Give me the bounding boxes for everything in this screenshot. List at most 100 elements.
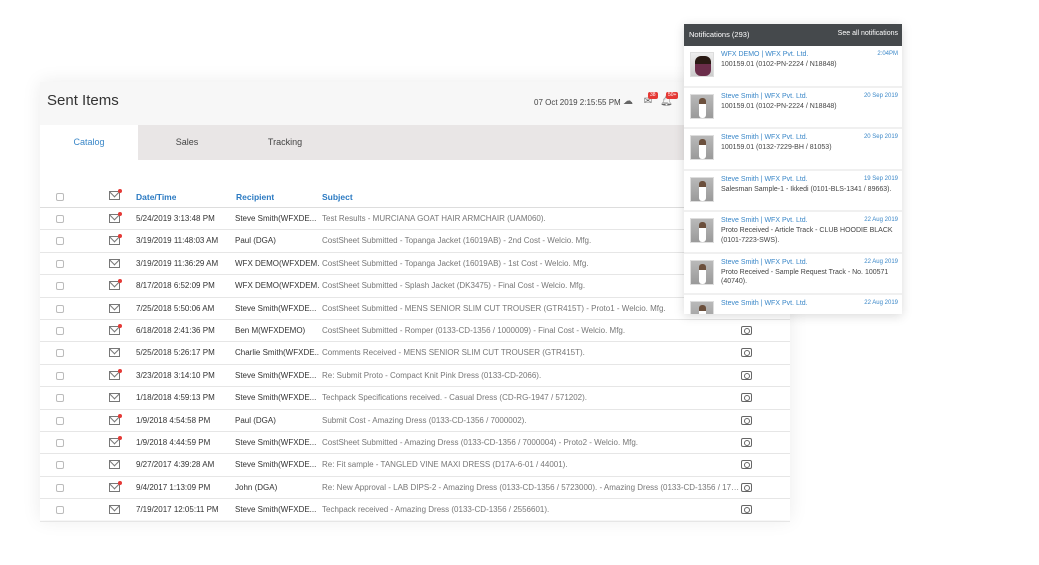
unread-mail-icon <box>109 279 122 291</box>
notification-item[interactable]: Steve Smith | WFX Pvt. Ltd. 20 Sep 2019 … <box>684 129 902 171</box>
tab-catalog[interactable]: Catalog <box>40 125 138 160</box>
notification-item[interactable]: Steve Smith | WFX Pvt. Ltd. 22 Aug 2019 … <box>684 212 902 254</box>
row-date: 1/9/2018 4:44:59 PM <box>136 438 211 447</box>
row-date: 9/4/2017 1:13:09 PM <box>136 482 211 492</box>
row-date: 9/27/2017 4:39:28 AM <box>136 460 215 470</box>
row-subject[interactable]: Comments Received - MENS SENIOR SLIM CUT… <box>322 342 740 364</box>
row-subject[interactable]: Re: New Approval - LAB DIPS-2 - Amazing … <box>322 477 740 499</box>
tab-sales[interactable]: Sales <box>138 125 236 160</box>
row-checkbox[interactable] <box>56 349 64 358</box>
table-row[interactable]: 3/19/2019 11:36:29 AM WFX DEMO(WFXDEM...… <box>40 253 790 276</box>
camera-icon[interactable] <box>741 438 752 447</box>
notification-date: 20 Sep 2019 <box>863 134 898 140</box>
row-subject[interactable]: CostSheet Submitted - Topanga Jacket (16… <box>322 230 740 252</box>
row-checkbox[interactable] <box>56 259 64 268</box>
notifications-title: Notifications (293) <box>689 30 750 39</box>
table-row[interactable]: 9/27/2017 4:39:28 AM Steve Smith(WFXDE..… <box>40 454 790 477</box>
row-checkbox[interactable] <box>56 394 64 403</box>
notification-item[interactable]: Steve Smith | WFX Pvt. Ltd. 22 Aug 2019 … <box>684 254 902 295</box>
column-subject[interactable]: Subject <box>322 192 353 202</box>
cloud-download-icon[interactable]: ☁ <box>622 96 634 108</box>
select-all-checkbox[interactable] <box>56 193 64 201</box>
row-date: 7/19/2017 12:05:11 PM <box>136 505 219 515</box>
camera-icon[interactable] <box>741 370 752 380</box>
table-header: Date/Time Recipient Subject <box>40 186 790 208</box>
row-checkbox[interactable] <box>56 327 64 335</box>
camera-icon[interactable] <box>741 505 752 515</box>
row-subject[interactable]: CostSheet Submitted - MENS SENIOR SLIM C… <box>322 298 740 320</box>
notification-sender[interactable]: Steve Smith | WFX Pvt. Ltd. <box>721 93 808 100</box>
camera-icon[interactable] <box>741 482 752 492</box>
notification-item[interactable]: Steve Smith | WFX Pvt. Ltd. 20 Sep 2019 … <box>684 88 902 129</box>
row-checkbox[interactable] <box>56 439 64 447</box>
notification-item[interactable]: Steve Smith | WFX Pvt. Ltd. 22 Aug 2019 <box>684 295 902 314</box>
table-row[interactable]: 5/24/2019 3:13:48 PM Steve Smith(WFXDE..… <box>40 208 790 231</box>
table-row[interactable]: 1/9/2018 4:54:58 PM Paul (DGA) Submit Co… <box>40 410 790 432</box>
row-subject[interactable]: CostSheet Submitted - Romper (0133-CD-13… <box>322 320 740 342</box>
see-all-notifications-link[interactable]: See all notifications <box>838 30 898 37</box>
camera-icon[interactable] <box>741 348 752 358</box>
camera-icon[interactable] <box>741 326 752 335</box>
row-subject[interactable]: Submit Cost - Amazing Dress (0133-CD-135… <box>322 410 740 432</box>
notification-sender[interactable]: Steve Smith | WFX Pvt. Ltd. <box>721 300 808 307</box>
row-recipient: Steve Smith(WFXDE... <box>235 438 317 447</box>
table-row[interactable]: 7/25/2018 5:50:06 AM Steve Smith(WFXDE..… <box>40 298 790 320</box>
read-mail-icon <box>109 460 120 470</box>
row-date: 1/18/2018 4:59:13 PM <box>136 393 215 403</box>
row-recipient: Charlie Smith(WFXDE... <box>235 348 319 358</box>
notification-date: 20 Sep 2019 <box>863 92 898 99</box>
camera-icon[interactable] <box>741 460 752 470</box>
row-subject[interactable]: CostSheet Submitted - Topanga Jacket (16… <box>322 253 740 275</box>
table-row[interactable]: 9/4/2017 1:13:09 PM John (DGA) Re: New A… <box>40 477 790 500</box>
row-subject[interactable]: CostSheet Submitted - Amazing Dress (013… <box>322 432 740 454</box>
row-recipient: Steve Smith(WFXDE... <box>235 460 317 470</box>
notification-sender[interactable]: Steve Smith | WFX Pvt. Ltd. <box>721 176 808 183</box>
row-checkbox[interactable] <box>56 506 64 515</box>
notification-date: 19 Sep 2019 <box>863 175 898 182</box>
row-subject[interactable]: Techpack received - Amazing Dress (0133-… <box>322 499 740 521</box>
notification-item[interactable]: WFX DEMO | WFX Pvt. Ltd. 2:04PM 100159.0… <box>684 46 902 88</box>
row-subject[interactable]: Techpack Specifications received. - Casu… <box>322 387 740 409</box>
row-checkbox[interactable] <box>56 416 64 425</box>
unread-mail-icon <box>109 436 122 447</box>
row-checkbox[interactable] <box>56 461 64 470</box>
avatar <box>690 93 714 119</box>
read-mail-icon <box>109 348 120 358</box>
unread-mail-icon <box>109 368 122 380</box>
mail-status-icon <box>109 189 122 200</box>
row-checkbox[interactable] <box>56 282 64 291</box>
column-recipient[interactable]: Recipient <box>236 192 274 202</box>
row-subject[interactable]: CostSheet Submitted - Splash Jacket (DK3… <box>322 275 740 297</box>
notification-sender[interactable]: Steve Smith | WFX Pvt. Ltd. <box>721 134 808 141</box>
row-subject[interactable]: Re: Submit Proto - Compact Knit Pink Dre… <box>322 365 740 387</box>
bell-badge: 50+ <box>666 92 679 99</box>
notification-item[interactable]: Steve Smith | WFX Pvt. Ltd. 19 Sep 2019 … <box>684 171 902 212</box>
current-datetime: 07 Oct 2019 2:15:55 PM <box>534 98 621 107</box>
camera-icon[interactable] <box>741 415 752 425</box>
notification-sender[interactable]: WFX DEMO | WFX Pvt. Ltd. <box>721 51 808 58</box>
row-checkbox[interactable] <box>56 237 64 246</box>
table-row[interactable]: 7/19/2017 12:05:11 PM Steve Smith(WFXDE.… <box>40 499 790 522</box>
camera-icon[interactable] <box>741 393 752 403</box>
bell-icon[interactable]: 🔔︎ 50+ <box>660 92 679 108</box>
table-row[interactable]: 6/18/2018 2:41:36 PM Ben M(WFXDEMO) Cost… <box>40 320 790 343</box>
column-date[interactable]: Date/Time <box>136 192 176 202</box>
table-row[interactable]: 1/18/2018 4:59:13 PM Steve Smith(WFXDE..… <box>40 387 790 410</box>
row-checkbox[interactable] <box>56 215 64 223</box>
notification-sender[interactable]: Steve Smith | WFX Pvt. Ltd. <box>721 217 808 224</box>
table-row[interactable]: 1/9/2018 4:44:59 PM Steve Smith(WFXDE...… <box>40 432 790 455</box>
table-row[interactable]: 5/25/2018 5:26:17 PM Charlie Smith(WFXDE… <box>40 342 790 365</box>
row-checkbox[interactable] <box>56 371 64 380</box>
row-recipient: John (DGA) <box>235 482 278 492</box>
table-row[interactable]: 3/23/2018 3:14:10 PM Steve Smith(WFXDE..… <box>40 365 790 388</box>
row-checkbox[interactable] <box>56 483 64 492</box>
mail-icon[interactable]: ✉ 38 <box>642 92 658 108</box>
tab-tracking[interactable]: Tracking <box>236 125 334 160</box>
table-row[interactable]: 3/19/2019 11:48:03 AM Paul (DGA) CostShe… <box>40 230 790 253</box>
row-subject[interactable]: Test Results - MURCIANA GOAT HAIR ARMCHA… <box>322 208 740 230</box>
row-subject[interactable]: Re: Fit sample - TANGLED VINE MAXI DRESS… <box>322 454 740 476</box>
notification-sender[interactable]: Steve Smith | WFX Pvt. Ltd. <box>721 259 808 266</box>
table-row[interactable]: 8/17/2018 6:52:09 PM WFX DEMO(WFXDEM... … <box>40 275 790 298</box>
row-date: 5/25/2018 5:26:17 PM <box>136 348 215 358</box>
row-checkbox[interactable] <box>56 304 64 313</box>
